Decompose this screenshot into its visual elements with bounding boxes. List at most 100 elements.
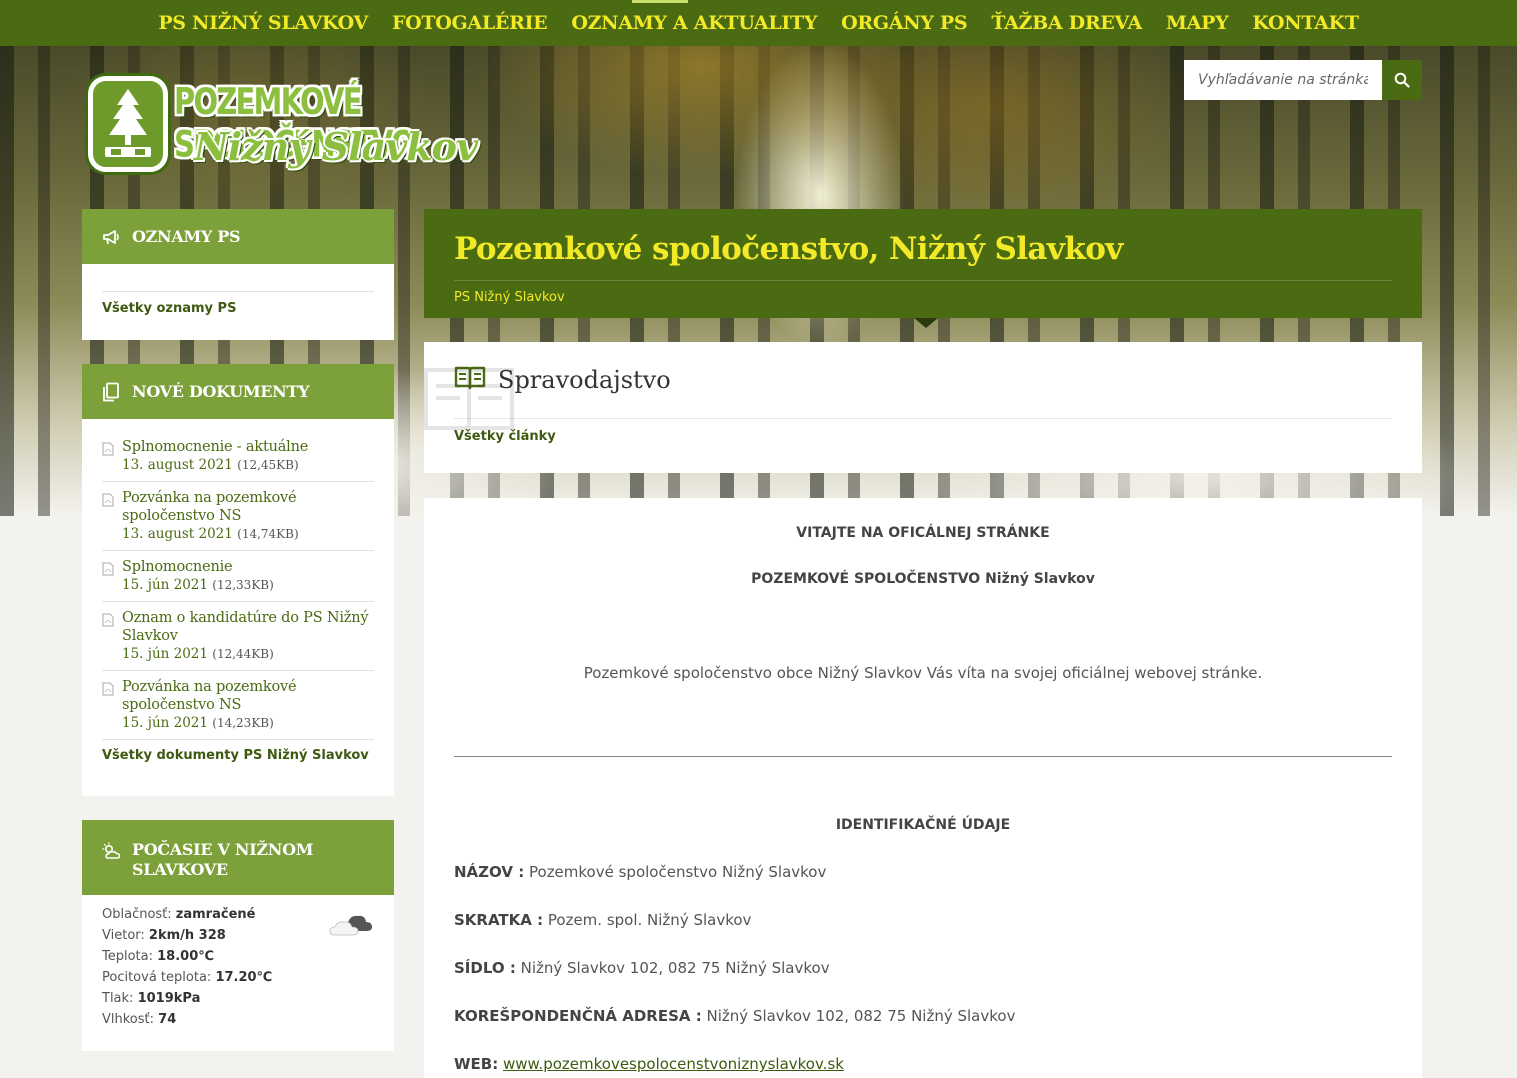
weather-label: Vietor:	[102, 928, 145, 943]
document-date: 15. jún 2021	[122, 577, 208, 593]
field-label: SKRATKA :	[454, 911, 544, 929]
widget-title-oznamy: OZNAMY PS	[132, 227, 241, 246]
search-icon	[1394, 72, 1410, 88]
main-content: VITAJTE NA OFICÁLNEJ STRÁNKE POZEMKOVÉ S…	[424, 498, 1422, 1078]
pdf-file-icon	[102, 438, 122, 474]
weather-label: Pocitová teplota:	[102, 970, 212, 985]
widget-title-dokumenty: NOVÉ DOKUMENTY	[132, 382, 310, 401]
field-skratka: SKRATKA : Pozem. spol. Nižný Slavkov	[454, 911, 1392, 929]
welcome-heading: VITAJTE NA OFICÁLNEJ STRÁNKE	[796, 525, 1050, 541]
field-label: KOREŠPONDENČNÁ ADRESA :	[454, 1007, 702, 1025]
news-header: Spravodajstvo	[424, 342, 1392, 430]
document-title[interactable]: Splnomocnenie - aktuálne	[122, 438, 308, 456]
pdf-file-icon	[102, 609, 122, 663]
field-nazov: NÁZOV : Pozemkové spoločenstvo Nižný Sla…	[454, 863, 1392, 881]
widget-header-oznamy: OZNAMY PS	[82, 209, 394, 264]
weather-value: 1019kPa	[137, 991, 201, 1006]
welcome-subheading: POZEMKOVÉ SPOLOČENSTVO Nižný Slavkov	[751, 571, 1095, 587]
weather-value: 2km/h 328	[148, 928, 226, 943]
widget-pocasie: POČASIE V NIŽNOM SLAVKOVE Oblačnosť: zam…	[82, 820, 394, 1051]
widget-oznamy-ps: OZNAMY PS Všetky oznamy PS	[82, 209, 394, 340]
weather-pressure: Tlak: 1019kPa	[102, 988, 374, 1009]
nav-accent-bar	[632, 0, 688, 3]
megaphone-icon	[102, 226, 124, 248]
document-size: (14,23KB)	[212, 716, 274, 730]
content-divider	[454, 756, 1392, 757]
weather-label: Oblačnosť:	[102, 907, 172, 922]
weather-icon	[102, 840, 124, 862]
document-title[interactable]: Pozvánka na pozemkové spoločenstvo NS	[122, 489, 374, 525]
document-date: 15. jún 2021	[122, 715, 208, 731]
hero-pointer	[914, 318, 938, 328]
document-item[interactable]: Splnomocnenie - aktuálne 13. august 2021…	[102, 431, 374, 482]
document-item[interactable]: Oznam o kandidatúre do PS Nižný Slavkov …	[102, 602, 374, 671]
document-item[interactable]: Splnomocnenie 15. jún 2021 (12,33KB)	[102, 551, 374, 602]
pdf-file-icon	[102, 678, 122, 732]
documents-icon	[102, 381, 124, 403]
breadcrumb[interactable]: PS Nižný Slavkov	[454, 290, 1392, 305]
search-form	[1184, 60, 1422, 100]
weather-label: Tlak:	[102, 991, 134, 1006]
document-title[interactable]: Splnomocnenie	[122, 558, 274, 576]
document-title[interactable]: Pozvánka na pozemkové spoločenstvo NS	[122, 678, 374, 714]
weather-value: 18.00℃	[157, 949, 215, 964]
welcome-text: Pozemkové spoločenstvo obce Nižný Slavko…	[583, 664, 1263, 682]
all-oznamy-link[interactable]: Všetky oznamy PS	[102, 301, 374, 316]
weather-humidity: Vlhkosť: 74	[102, 1009, 374, 1030]
field-label: NÁZOV :	[454, 863, 525, 881]
nav-item-kontakt[interactable]: KONTAKT	[1252, 12, 1359, 34]
document-item[interactable]: Pozvánka na pozemkové spoločenstvo NS 15…	[102, 671, 374, 740]
document-date: 13. august 2021	[122, 457, 233, 473]
pdf-file-icon	[102, 489, 122, 543]
weather-value: zamračené	[175, 907, 256, 922]
nav-item-tazba-dreva[interactable]: ŤAŽBA DREVA	[991, 12, 1142, 34]
document-date: 13. august 2021	[122, 526, 233, 542]
weather-temperature: Teplota: 18.00℃	[102, 946, 374, 967]
nav-item-ps-nizny-slavkov[interactable]: PS NIŽNÝ SLAVKOV	[158, 12, 368, 34]
all-documents-link[interactable]: Všetky dokumenty PS Nižný Slavkov	[102, 748, 374, 763]
document-size: (14,74KB)	[237, 527, 299, 541]
nav-item-organy-ps[interactable]: ORGÁNY PS	[841, 12, 967, 34]
book-watermark-icon	[424, 364, 514, 438]
nav-item-mapy[interactable]: MAPY	[1166, 12, 1229, 34]
main-navigation: PS NIŽNÝ SLAVKOV FOTOGALÉRIE OZNAMY A AK…	[0, 0, 1517, 46]
document-size: (12,44KB)	[212, 647, 274, 661]
document-date: 15. jún 2021	[122, 646, 208, 662]
field-value: Pozem. spol. Nižný Slavkov	[547, 911, 752, 929]
page-title: Pozemkové spoločenstvo, Nižný Slavkov	[454, 209, 1392, 281]
search-input[interactable]	[1184, 60, 1382, 100]
tree-logo-icon	[88, 76, 168, 172]
nav-item-oznamy-a-aktuality[interactable]: OZNAMY A AKTUALITY	[571, 12, 817, 34]
field-value: Nižný Slavkov 102, 082 75 Nižný Slavkov	[706, 1007, 1016, 1025]
document-title[interactable]: Oznam o kandidatúre do PS Nižný Slavkov	[122, 609, 374, 645]
weather-feels-like: Pocitová teplota: 17.20℃	[102, 967, 374, 988]
page-hero: Pozemkové spoločenstvo, Nižný Slavkov PS…	[424, 209, 1422, 328]
field-value: Pozemkové spoločenstvo Nižný Slavkov	[529, 863, 827, 881]
document-item[interactable]: Pozvánka na pozemkové spoločenstvo NS 13…	[102, 482, 374, 551]
logo-subtitle: Nižný Slavkov	[194, 124, 478, 169]
widget-header-pocasie: POČASIE V NIŽNOM SLAVKOVE	[82, 820, 394, 895]
weather-value: 74	[158, 1012, 177, 1027]
pdf-file-icon	[102, 558, 122, 594]
field-sidlo: SÍDLO : Nižný Slavkov 102, 082 75 Nižný …	[454, 959, 1392, 977]
field-label: WEB:	[454, 1055, 499, 1073]
news-section: Spravodajstvo Všetky články	[424, 342, 1422, 473]
widget-header-dokumenty: NOVÉ DOKUMENTY	[82, 364, 394, 419]
cloud-weather-icon	[328, 909, 374, 943]
document-size: (12,45KB)	[237, 458, 299, 472]
widget-title-pocasie: POČASIE V NIŽNOM SLAVKOVE	[132, 840, 314, 879]
website-link[interactable]: www.pozemkovespolocenstvoniznyslavkov.sk	[503, 1055, 844, 1073]
weather-value: 17.20℃	[215, 970, 273, 985]
weather-label: Vlhkosť:	[102, 1012, 155, 1027]
nav-item-fotogalerie[interactable]: FOTOGALÉRIE	[392, 12, 548, 34]
all-articles-link[interactable]: Všetky články	[454, 429, 1392, 444]
identification-heading: IDENTIFIKAČNÉ ÚDAJE	[835, 817, 1011, 833]
document-size: (12,33KB)	[212, 578, 274, 592]
field-web: WEB: www.pozemkovespolocenstvoniznyslavk…	[454, 1055, 1392, 1073]
weather-label: Teplota:	[102, 949, 153, 964]
widget-nove-dokumenty: NOVÉ DOKUMENTY Splnomocnenie - aktuálne …	[82, 364, 394, 796]
field-korespondencna-adresa: KOREŠPONDENČNÁ ADRESA : Nižný Slavkov 10…	[454, 1007, 1392, 1025]
field-label: SÍDLO :	[454, 959, 516, 977]
site-logo[interactable]: POZEMKOVÉ SPOLOČENSTVO Nižný Slavkov	[88, 74, 508, 184]
search-button[interactable]	[1382, 60, 1422, 100]
